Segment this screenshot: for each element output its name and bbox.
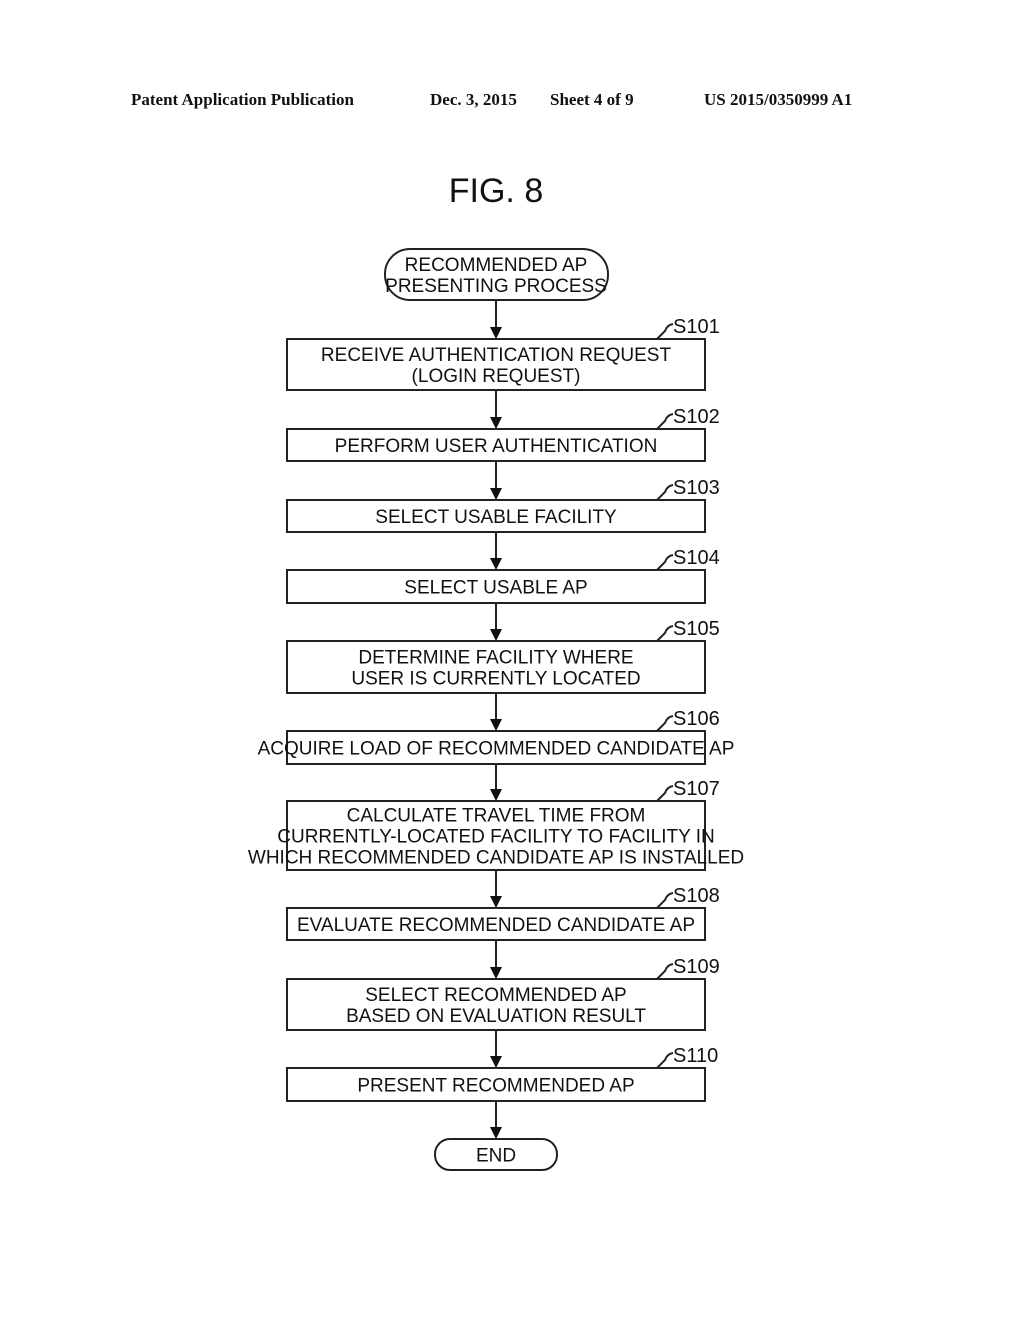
process-box-label: WHICH RECOMMENDED CANDIDATE AP IS INSTAL… xyxy=(248,848,744,869)
step-leader-line xyxy=(656,323,674,340)
start-terminal-label: RECOMMENDED AP xyxy=(405,255,588,276)
process-box-label: RECEIVE AUTHENTICATION REQUEST xyxy=(321,345,672,366)
step-leader-line xyxy=(656,892,674,909)
process-box-label: SELECT RECOMMENDED AP xyxy=(365,985,626,1006)
step-label-s105: S105 xyxy=(673,618,720,640)
process-box-label: USER IS CURRENTLY LOCATED xyxy=(351,669,640,690)
step-leader-line xyxy=(656,963,674,980)
step-leader-line xyxy=(656,554,674,571)
step-label-s107: S107 xyxy=(673,778,720,800)
step-leader-line xyxy=(656,1052,674,1069)
process-box-label: ACQUIRE LOAD OF RECOMMENDED CANDIDATE AP xyxy=(258,739,735,760)
step-leader-line xyxy=(656,625,674,642)
process-box-label: CURRENTLY-LOCATED FACILITY TO FACILITY I… xyxy=(277,827,714,848)
step-label-s110: S110 xyxy=(673,1045,718,1067)
step-label-s101: S101 xyxy=(673,316,720,338)
process-box-label: DETERMINE FACILITY WHERE xyxy=(358,648,633,669)
process-box-label: PERFORM USER AUTHENTICATION xyxy=(335,436,658,457)
step-label-s108: S108 xyxy=(673,885,720,907)
step-leader-line xyxy=(656,785,674,802)
flow-arrowhead xyxy=(490,417,502,429)
start-terminal-label: PRESENTING PROCESS xyxy=(385,276,607,297)
step-label-s104: S104 xyxy=(673,547,720,569)
flow-arrowhead xyxy=(490,896,502,908)
step-label-s106: S106 xyxy=(673,708,720,730)
flow-arrowhead xyxy=(490,629,502,641)
process-box-label: SELECT USABLE FACILITY xyxy=(375,507,617,528)
process-box-label: (LOGIN REQUEST) xyxy=(412,366,581,387)
process-box-label: BASED ON EVALUATION RESULT xyxy=(346,1006,646,1027)
end-terminal-label: END xyxy=(476,1146,516,1167)
step-label-s103: S103 xyxy=(673,477,720,499)
step-label-s102: S102 xyxy=(673,406,720,428)
process-box-label: PRESENT RECOMMENDED AP xyxy=(357,1076,634,1097)
flow-arrowhead xyxy=(490,719,502,731)
flow-arrowhead xyxy=(490,558,502,570)
flow-arrowhead xyxy=(490,488,502,500)
step-leader-line xyxy=(656,715,674,732)
step-leader-line xyxy=(656,413,674,430)
flow-arrowhead xyxy=(490,327,502,339)
flow-arrowhead xyxy=(490,967,502,979)
flowchart: RECOMMENDED APPRESENTING PROCESS RECEIVE … xyxy=(248,248,744,1171)
flow-arrowhead xyxy=(490,1056,502,1068)
step-leader-line xyxy=(656,484,674,501)
process-box-label: SELECT USABLE AP xyxy=(404,578,587,599)
process-box-label: EVALUATE RECOMMENDED CANDIDATE AP xyxy=(297,915,695,936)
process-box-label: CALCULATE TRAVEL TIME FROM xyxy=(347,806,646,827)
step-label-s109: S109 xyxy=(673,956,720,978)
flow-arrowhead xyxy=(490,789,502,801)
flow-arrowhead xyxy=(490,1127,502,1139)
